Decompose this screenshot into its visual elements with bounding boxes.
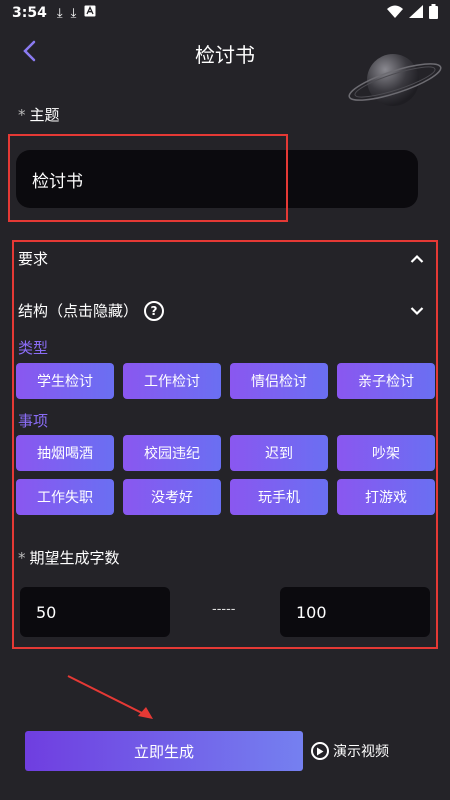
subject-label-text: 主题 (29, 106, 60, 124)
subject-label: * 主题 (18, 104, 60, 125)
range-separator: ----- (212, 602, 236, 617)
matter-chip[interactable]: 玩手机 (230, 479, 328, 515)
max-words-input[interactable]: 100 (280, 587, 430, 637)
subject-input[interactable]: 检讨书 (16, 150, 418, 208)
font-icon (84, 5, 96, 21)
type-chip[interactable]: 情侣检讨 (230, 363, 328, 399)
chevron-up-icon[interactable] (410, 250, 424, 268)
min-words-input[interactable]: 50 (20, 587, 170, 637)
word-count-label: * 期望生成字数 (18, 547, 120, 568)
play-icon (311, 742, 329, 760)
chevron-down-icon[interactable] (410, 302, 424, 320)
back-button[interactable] (14, 36, 44, 70)
requirements-title: 要求 (18, 250, 49, 268)
battery-icon (429, 3, 438, 23)
matter-chip[interactable]: 吵架 (337, 435, 435, 471)
matter-chip[interactable]: 迟到 (230, 435, 328, 471)
structure-label: 结构（点击隐藏） (18, 302, 139, 320)
help-icon[interactable]: ? (144, 300, 165, 321)
matters-label: 事项 (18, 412, 49, 430)
download-icon: ⤓ (56, 5, 63, 21)
type-chip[interactable]: 学生检讨 (16, 363, 114, 399)
demo-video-label: 演示视频 (333, 744, 389, 760)
chevron-left-icon (22, 40, 36, 66)
type-chip[interactable]: 亲子检讨 (337, 363, 435, 399)
matter-chip[interactable]: 校园违纪 (123, 435, 221, 471)
type-chips: 学生检讨 工作检讨 情侣检讨 亲子检讨 (16, 363, 436, 399)
type-chip[interactable]: 工作检讨 (123, 363, 221, 399)
requirements-header[interactable]: 要求 (18, 248, 428, 269)
matter-chip[interactable]: 工作失职 (16, 479, 114, 515)
required-mark: * (18, 106, 26, 124)
matter-chip[interactable]: 打游戏 (337, 479, 435, 515)
matter-chip[interactable]: 没考好 (123, 479, 221, 515)
annotation-arrow-icon (67, 675, 153, 719)
required-mark: * (18, 549, 26, 567)
matter-chip[interactable]: 抽烟喝酒 (16, 435, 114, 471)
word-count-label-text: 期望生成字数 (29, 549, 120, 567)
planet-decoration-icon (348, 54, 442, 106)
status-time: 3:54 (12, 5, 47, 21)
wifi-icon (387, 5, 403, 22)
structure-header[interactable]: 结构（点击隐藏） ? (18, 300, 428, 321)
status-bar: 3:54 ⤓ ⤓ (0, 0, 450, 26)
generate-button[interactable]: 立即生成 (25, 731, 303, 771)
type-label: 类型 (18, 339, 49, 357)
matter-chips: 抽烟喝酒 校园违纪 迟到 吵架 工作失职 没考好 玩手机 打游戏 (16, 435, 436, 515)
download-icon: ⤓ (70, 5, 77, 21)
page-title: 检讨书 (195, 42, 255, 67)
signal-icon (409, 4, 423, 22)
demo-video-link[interactable]: 演示视频 (311, 741, 389, 761)
